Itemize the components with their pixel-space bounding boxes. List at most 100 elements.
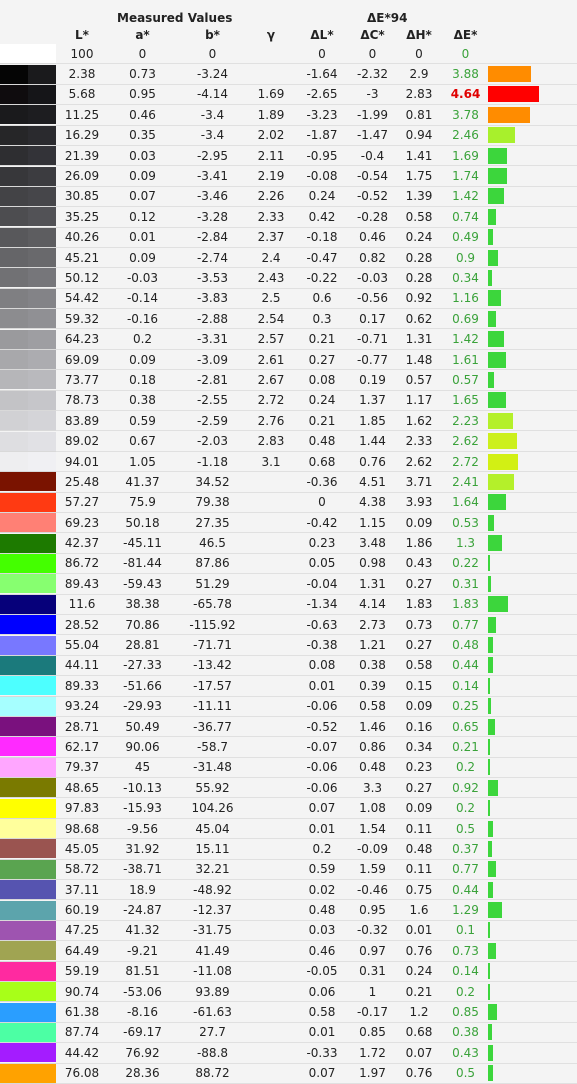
cell-delta-E: 0.48 <box>443 634 488 656</box>
cell-delta-E: 0.85 <box>443 1001 488 1023</box>
table-row: 48.65 -10.13 55.92 -0.06 3.3 0.27 0.92 <box>0 777 577 799</box>
cell-gamma <box>248 44 294 65</box>
color-swatch <box>0 1042 56 1064</box>
delta-e-bar-cell <box>488 634 577 656</box>
cell-delta-E: 0.38 <box>443 1022 488 1044</box>
cell-delta-L: -0.06 <box>294 777 350 799</box>
color-swatch <box>0 63 56 85</box>
cell-delta-H: 1.17 <box>395 390 443 412</box>
cell-delta-H: 0.07 <box>395 1042 443 1064</box>
cell-b: -65.78 <box>177 594 248 615</box>
table-row: 59.19 81.51 -11.08 -0.05 0.31 0.24 0.14 <box>0 961 577 982</box>
cell-delta-E: 0.44 <box>443 879 488 901</box>
color-swatch <box>0 145 56 167</box>
cell-a: 38.38 <box>108 594 177 615</box>
cell-gamma: 2.4 <box>248 247 294 269</box>
cell-gamma: 2.67 <box>248 369 294 391</box>
delta-e-bar <box>488 881 493 898</box>
cell-delta-L: 0.21 <box>294 328 350 350</box>
cell-delta-E: 1.16 <box>443 288 488 310</box>
cell-b: -3.4 <box>177 104 248 126</box>
cell-a: 0.38 <box>108 390 177 412</box>
cell-delta-E: 2.72 <box>443 451 488 473</box>
delta-e-bar-cell <box>488 1001 577 1023</box>
cell-a: 0.59 <box>108 410 177 432</box>
cell-delta-E: 1.29 <box>443 899 488 921</box>
cell-L: 30.85 <box>56 186 108 208</box>
cell-b: 34.52 <box>177 471 248 493</box>
table-row: 87.74 -69.17 27.7 0.01 0.85 0.68 0.38 <box>0 1022 577 1044</box>
cell-delta-E: 0.44 <box>443 655 488 677</box>
cell-L: 26.09 <box>56 165 108 187</box>
table-row: 79.37 45 -31.48 -0.06 0.48 0.23 0.2 <box>0 757 577 779</box>
cell-delta-L: -1.87 <box>294 125 350 146</box>
cell-a: -9.56 <box>108 818 177 840</box>
table-row: 58.72 -38.71 32.21 0.59 1.59 0.11 0.77 <box>0 859 577 881</box>
delta-e-bar-cell <box>488 125 577 146</box>
cell-a: 0.09 <box>108 247 177 269</box>
color-swatch <box>0 532 56 554</box>
cell-delta-H: 2.62 <box>395 451 443 473</box>
cell-delta-L: -0.38 <box>294 634 350 656</box>
cell-delta-C: 1.59 <box>350 859 395 881</box>
color-swatch <box>0 369 56 391</box>
delta-e-bar-cell <box>488 308 577 330</box>
cell-delta-C: 0.39 <box>350 675 395 697</box>
cell-a: 0.12 <box>108 206 177 228</box>
cell-b: 93.89 <box>177 981 248 1003</box>
cell-a: 0.35 <box>108 125 177 146</box>
cell-delta-C: -0.56 <box>350 288 395 310</box>
delta-e-bar <box>488 942 496 959</box>
cell-L: 87.74 <box>56 1022 108 1044</box>
cell-delta-E: 0.25 <box>443 696 488 717</box>
delta-e-bar-cell <box>488 797 577 819</box>
table-row: 28.71 50.49 -36.77 -0.52 1.46 0.16 0.65 <box>0 716 577 738</box>
cell-L: 83.89 <box>56 410 108 432</box>
delta-e-bar-cell <box>488 961 577 982</box>
color-swatch <box>0 614 56 636</box>
cell-gamma: 3.1 <box>248 451 294 473</box>
cell-delta-H: 0.01 <box>395 920 443 942</box>
delta-e-bar <box>488 677 490 694</box>
cell-b: 27.7 <box>177 1022 248 1044</box>
cell-b: -2.55 <box>177 390 248 412</box>
cell-delta-L: 0.07 <box>294 1063 350 1084</box>
cell-delta-L: -0.08 <box>294 165 350 187</box>
cell-a: 0.18 <box>108 369 177 391</box>
cell-L: 40.26 <box>56 227 108 248</box>
cell-a: 41.32 <box>108 920 177 942</box>
delta-e-bar-cell <box>488 227 577 248</box>
cell-delta-L: -0.22 <box>294 267 350 289</box>
cell-delta-L: 0.03 <box>294 920 350 942</box>
cell-a: -0.16 <box>108 308 177 330</box>
cell-L: 55.04 <box>56 634 108 656</box>
table-row: 35.25 0.12 -3.28 2.33 0.42 -0.28 0.58 0.74 <box>0 206 577 228</box>
cell-gamma <box>248 736 294 758</box>
cell-delta-H: 2.33 <box>395 430 443 452</box>
color-swatch <box>0 797 56 819</box>
cell-gamma: 1.69 <box>248 84 294 106</box>
col-header-dH: ΔH* <box>406 28 432 42</box>
delta-e-bar <box>488 861 496 878</box>
delta-e-bar <box>488 433 517 450</box>
col-header-L: L* <box>75 28 89 42</box>
cell-L: 62.17 <box>56 736 108 758</box>
cell-L: 58.72 <box>56 859 108 881</box>
color-swatch <box>0 1022 56 1044</box>
cell-gamma: 2.5 <box>248 288 294 310</box>
color-swatch <box>0 84 56 106</box>
cell-L: 69.09 <box>56 349 108 371</box>
cell-gamma <box>248 940 294 962</box>
cell-delta-C: 1.85 <box>350 410 395 432</box>
cell-b: -2.03 <box>177 430 248 452</box>
cell-b: -2.59 <box>177 410 248 432</box>
cell-delta-L: 0.27 <box>294 349 350 371</box>
cell-delta-L: -0.63 <box>294 614 350 636</box>
cell-L: 64.49 <box>56 940 108 962</box>
color-swatch <box>0 736 56 758</box>
delta-e-bar-cell <box>488 675 577 697</box>
cell-b: 32.21 <box>177 859 248 881</box>
delta-e94-title: ΔE*94 <box>367 11 408 25</box>
table-row: 64.49 -9.21 41.49 0.46 0.97 0.76 0.73 <box>0 940 577 962</box>
cell-delta-C: 0.48 <box>350 757 395 779</box>
